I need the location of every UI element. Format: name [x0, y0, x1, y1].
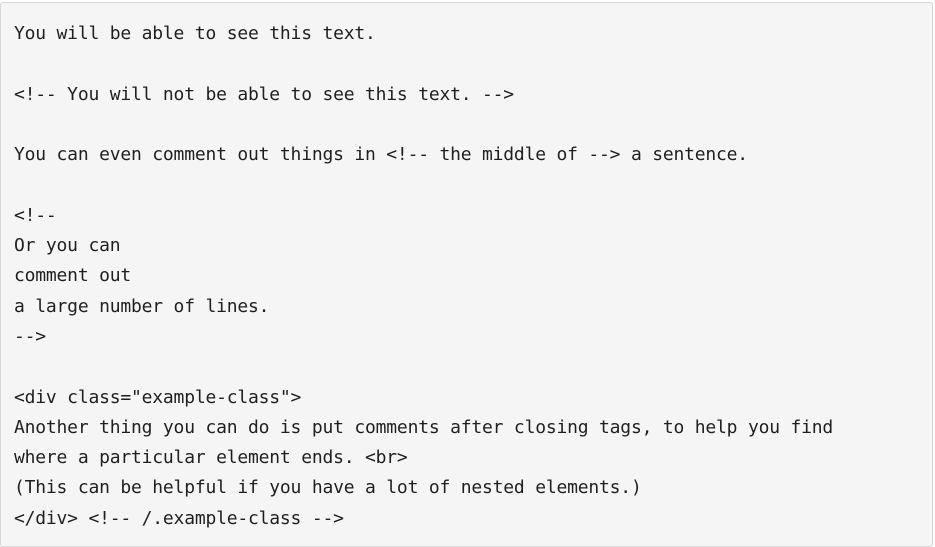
- code-line: You can even comment out things in <!-- …: [14, 144, 748, 166]
- code-line: <!--: [14, 204, 57, 226]
- code-line: -->: [14, 325, 46, 347]
- code-block: You will be able to see this text. <!-- …: [0, 2, 933, 547]
- code-line: Another thing you can do is put comments…: [14, 416, 834, 438]
- code-line: where a particular element ends. <br>: [14, 447, 408, 469]
- code-line: (This can be helpful if you have a lot o…: [14, 477, 642, 499]
- code-line: <div class="example-class">: [14, 386, 302, 408]
- code-line: Or you can: [14, 235, 121, 257]
- code-line: a large number of lines.: [14, 295, 270, 317]
- code-line: <!-- You will not be able to see this te…: [14, 83, 514, 105]
- code-line: </div> <!-- /.example-class -->: [14, 507, 344, 529]
- code-line: comment out: [14, 265, 132, 287]
- code-line: You will be able to see this text.: [14, 23, 376, 44]
